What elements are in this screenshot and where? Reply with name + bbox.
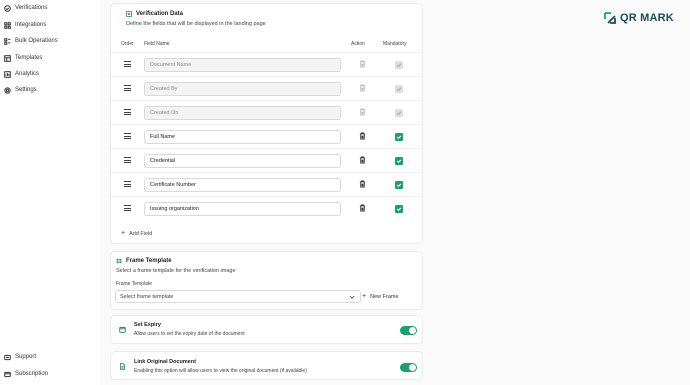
drag-handle-icon[interactable] (124, 109, 131, 116)
chart-icon (3, 70, 11, 78)
set-expiry-toggle[interactable] (400, 326, 417, 335)
table-row: Full Name (111, 124, 424, 148)
set-expiry-card: Set Expiry Allow users to set the expiry… (110, 315, 423, 344)
sidebar-item-bulk-operations[interactable]: Bulk Operations (3, 35, 58, 47)
sidebar-item-label: Support (15, 354, 37, 360)
trash-icon[interactable] (359, 156, 366, 164)
sidebar-item-analytics[interactable]: Analytics (3, 68, 39, 80)
drag-handle-icon[interactable] (124, 157, 131, 164)
drag-handle-icon[interactable] (124, 205, 131, 212)
gear-icon (3, 86, 11, 94)
column-header-mandatory: Mandatory (383, 41, 407, 47)
add-field-label: Add Field (129, 230, 153, 237)
mandatory-checkbox[interactable] (395, 157, 403, 165)
sidebar-item-settings[interactable]: Settings (3, 84, 37, 96)
trash-icon (359, 60, 366, 68)
qr-mark-logo-icon (604, 12, 616, 24)
chevron-down-icon (349, 295, 355, 299)
verification-data-card: Verification Data Define the fields that… (110, 3, 424, 244)
frame-template-subtitle: Select a frame template for the verifica… (116, 268, 236, 274)
add-field-button[interactable]: + Add Field (121, 230, 152, 237)
sidebar-item-label: Bulk Operations (15, 38, 58, 44)
frame-template-title-text: Frame Template (126, 258, 172, 264)
frame-template-select-label: Frame Template (116, 281, 153, 287)
plus-icon: + (121, 230, 126, 237)
trash-icon[interactable] (359, 204, 366, 212)
sidebar-item-label: Analytics (15, 71, 40, 77)
check-circle-icon (3, 4, 11, 12)
sidebar: Verifications Integrations Bulk Operatio… (0, 0, 100, 385)
list-icon (126, 11, 132, 17)
new-frame-button[interactable]: + New Frame (362, 290, 399, 303)
mandatory-checkbox[interactable] (395, 205, 403, 213)
mandatory-checkbox (395, 85, 403, 93)
sidebar-item-label: Integrations (15, 22, 47, 28)
field-name-input[interactable]: Issuing organization (144, 202, 341, 216)
link-original-description: Enabling this option will allow users to… (134, 368, 307, 374)
trash-icon (359, 108, 366, 116)
support-icon (3, 353, 11, 361)
sidebar-item-support[interactable]: Support (3, 351, 36, 363)
column-header-order: Order (121, 41, 134, 47)
main-content: Verification Data Define the fields that… (100, 0, 690, 385)
calendar-icon (119, 326, 126, 335)
stack-icon (3, 37, 11, 45)
frame-template-title: Frame Template (116, 258, 172, 264)
drag-handle-icon[interactable] (124, 61, 131, 68)
verification-data-subtitle: Define the fields that will be displayed… (126, 21, 266, 27)
link-original-title: Link Original Document (134, 359, 197, 365)
plus-icon: + (362, 293, 367, 300)
mandatory-checkbox (395, 109, 403, 117)
logo-text: QR MARK (620, 12, 674, 24)
card-icon (3, 370, 11, 378)
sidebar-item-integrations[interactable]: Integrations (3, 19, 46, 31)
verification-data-title-text: Verification Data (136, 11, 184, 17)
frame-icon (116, 258, 122, 264)
new-frame-label: New Frame (370, 293, 399, 300)
trash-icon[interactable] (359, 132, 366, 140)
field-name-input: Document Name (144, 58, 341, 72)
mandatory-checkbox[interactable] (395, 181, 403, 189)
trash-icon (359, 84, 366, 92)
table-row: Document Name (111, 52, 424, 76)
drag-handle-icon[interactable] (124, 85, 131, 92)
column-header-field-name: Field Name (144, 41, 170, 47)
drag-handle-icon[interactable] (124, 133, 131, 140)
set-expiry-description: Allow users to set the expiry date of th… (134, 331, 245, 337)
link-original-toggle[interactable] (400, 363, 417, 372)
frame-template-select[interactable]: Select frame template (115, 290, 361, 303)
table-row: Credential (111, 148, 424, 172)
field-name-input: Created By (144, 82, 341, 96)
drag-handle-icon[interactable] (124, 181, 131, 188)
trash-icon[interactable] (359, 180, 366, 188)
logo: QR MARK (604, 12, 674, 24)
link-original-card: Link Original Document Enabling this opt… (110, 351, 423, 380)
sidebar-item-label: Templates (15, 55, 43, 61)
template-icon (3, 54, 11, 62)
field-name-input: Created On (144, 106, 341, 120)
sidebar-item-templates[interactable]: Templates (3, 52, 42, 64)
sidebar-item-label: Settings (15, 87, 37, 93)
grid-icon (3, 21, 11, 29)
sidebar-item-subscription[interactable]: Subscription (3, 368, 48, 380)
mandatory-checkbox (395, 61, 403, 69)
table-row: Certificate Number (111, 172, 424, 196)
field-name-input[interactable]: Credential (144, 154, 341, 168)
document-icon (119, 363, 126, 372)
sidebar-item-verifications[interactable]: Verifications (3, 2, 47, 14)
table-row: Issuing organization (111, 196, 424, 220)
table-row: Created By (111, 76, 424, 100)
sidebar-item-label: Verifications (15, 5, 48, 11)
verification-data-title: Verification Data (126, 11, 183, 17)
field-name-input[interactable]: Full Name (144, 130, 341, 144)
frame-template-select-value: Select frame template (120, 293, 174, 300)
mandatory-checkbox[interactable] (395, 133, 403, 141)
set-expiry-title: Set Expiry (134, 322, 161, 328)
table-row: Created On (111, 100, 424, 124)
field-name-input[interactable]: Certificate Number (144, 178, 341, 192)
column-header-action: Action (351, 41, 365, 47)
sidebar-item-label: Subscription (15, 371, 49, 377)
